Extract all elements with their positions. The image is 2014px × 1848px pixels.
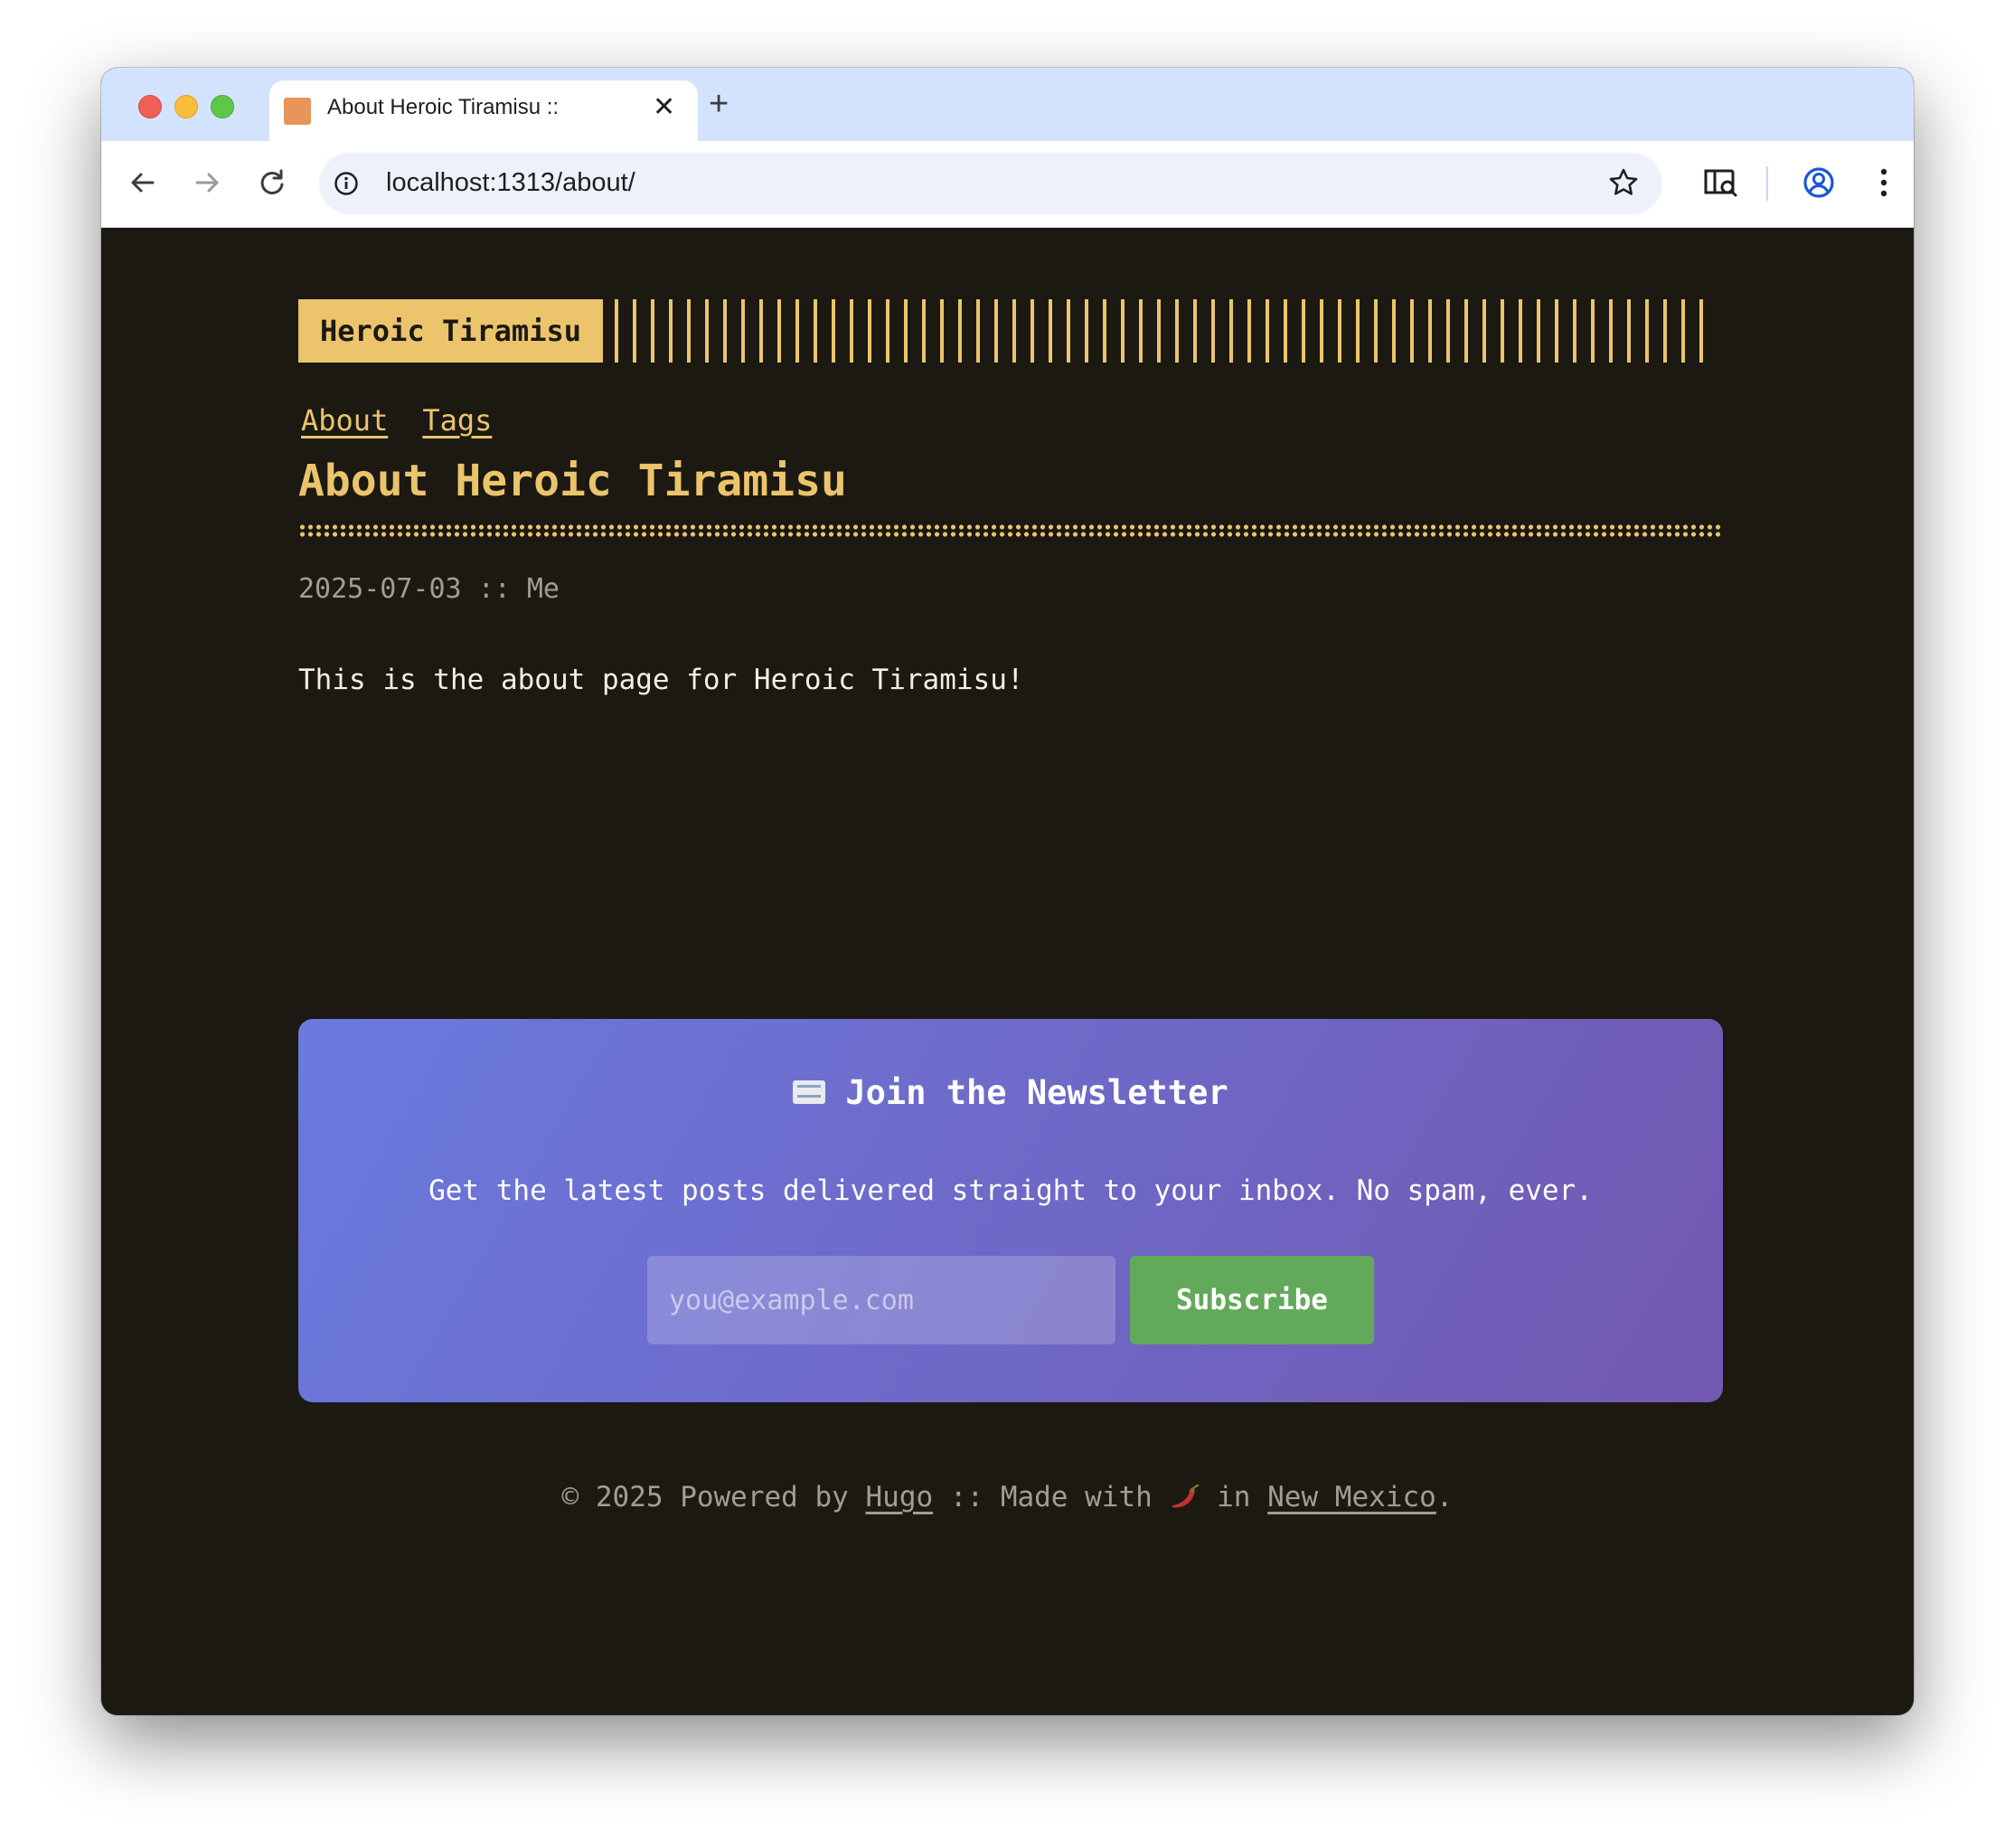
close-tab-icon[interactable]: ✕: [653, 92, 675, 123]
meta-separator: ::: [477, 573, 511, 605]
close-window-button[interactable]: [138, 95, 162, 118]
newsletter-title-text: Join the Newsletter: [845, 1073, 1228, 1112]
newsletter-box: Join the Newsletter Get the latest posts…: [298, 1019, 1723, 1402]
site-header: Heroic Tiramisu: [298, 299, 1723, 363]
address-bar[interactable]: localhost:1313/about/: [319, 153, 1662, 214]
footer-copyright: © 2025 Powered by: [561, 1481, 849, 1513]
subscribe-button[interactable]: Subscribe: [1130, 1256, 1374, 1344]
site-info-icon[interactable]: [334, 171, 359, 196]
post-body: This is the about page for Heroic Tirami…: [298, 664, 1024, 696]
back-arrow-icon[interactable]: [125, 165, 161, 201]
post-date: 2025-07-03: [298, 573, 462, 605]
url-text[interactable]: localhost:1313/about/: [386, 168, 635, 198]
favicon-icon: [284, 98, 311, 125]
newsletter-title: Join the Newsletter: [298, 1073, 1723, 1112]
tab-title: About Heroic Tiramisu ::: [327, 95, 560, 119]
hugo-link[interactable]: Hugo: [866, 1481, 934, 1513]
chili-pepper-icon: [1172, 1484, 1200, 1507]
browser-tab-active[interactable]: About Heroic Tiramisu :: ✕: [269, 80, 698, 141]
minimize-window-button[interactable]: [174, 95, 198, 118]
more-menu-icon[interactable]: [1864, 163, 1904, 203]
reload-icon[interactable]: [254, 165, 290, 201]
page-content: Heroic Tiramisu About Tags About Heroic T…: [101, 228, 1914, 1715]
forward-arrow-icon[interactable]: [189, 165, 225, 201]
bookmark-star-icon[interactable]: [1607, 166, 1640, 199]
tab-search-icon[interactable]: [1701, 163, 1741, 203]
envelope-icon: [793, 1080, 826, 1104]
new-tab-icon[interactable]: +: [709, 86, 729, 122]
title-dotted-divider: [298, 523, 1723, 538]
profile-icon[interactable]: [1799, 163, 1839, 203]
footer-made-with: :: Made with: [949, 1481, 1153, 1513]
tab-strip: About Heroic Tiramisu :: ✕ +: [101, 68, 1914, 141]
menu-item-tags[interactable]: Tags: [422, 403, 492, 438]
toolbar-divider: [1766, 166, 1768, 201]
main-menu: About Tags: [301, 403, 526, 438]
newsletter-email-input[interactable]: [647, 1256, 1115, 1344]
maximize-window-button[interactable]: [211, 95, 234, 118]
newsletter-description: Get the latest posts delivered straight …: [428, 1174, 1593, 1207]
menu-item-about[interactable]: About: [301, 403, 388, 438]
post-meta: 2025-07-03 :: Me: [298, 573, 560, 605]
footer-period: .: [1435, 1481, 1454, 1513]
post-title: About Heroic Tiramisu: [298, 456, 847, 506]
browser-window: About Heroic Tiramisu :: ✕ + localhost:1…: [101, 68, 1914, 1715]
site-footer: © 2025 Powered by Hugo :: Made with in N…: [101, 1481, 1914, 1513]
header-stripes: [615, 299, 1710, 363]
post-author: Me: [526, 573, 560, 605]
site-logo[interactable]: Heroic Tiramisu: [298, 299, 603, 363]
footer-in: in: [1217, 1481, 1251, 1513]
browser-toolbar: localhost:1313/about/: [101, 141, 1914, 228]
new-mexico-link[interactable]: New Mexico: [1267, 1481, 1436, 1513]
